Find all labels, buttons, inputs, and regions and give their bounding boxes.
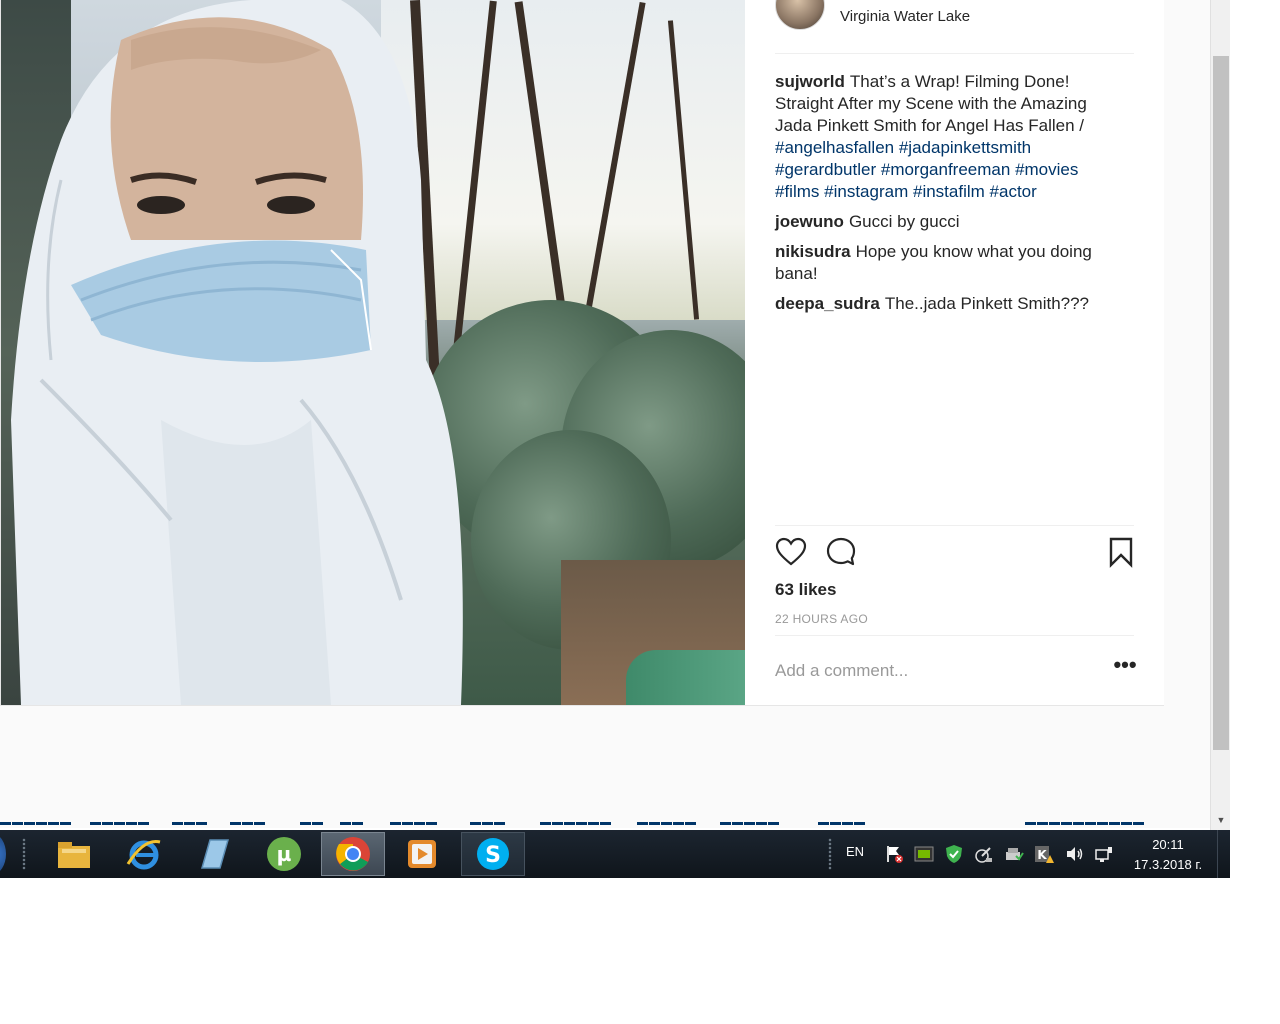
security-shield-icon[interactable] <box>944 844 964 864</box>
comment-username[interactable]: joewuno <box>775 212 844 231</box>
actions-divider <box>775 525 1134 526</box>
post-actions <box>775 536 1134 572</box>
tray-grip <box>828 838 832 870</box>
more-options-button[interactable]: ••• <box>1113 654 1137 680</box>
scrollbar-thumb[interactable] <box>1213 56 1229 750</box>
likes-count[interactable]: 63 likes <box>775 580 836 600</box>
comment-username[interactable]: sujworld <box>775 72 845 91</box>
heart-icon[interactable] <box>775 536 807 568</box>
comment-text: Gucci by gucci <box>848 212 960 231</box>
svg-text:K: K <box>1037 848 1047 862</box>
language-indicator[interactable]: EN <box>846 844 864 859</box>
internet-explorer-icon[interactable] <box>112 832 176 876</box>
notepad-icon[interactable] <box>182 832 246 876</box>
avatar[interactable] <box>775 0 825 30</box>
person-in-protective-suit <box>11 0 463 705</box>
hashtag[interactable]: #actor <box>990 182 1037 201</box>
hashtag[interactable]: #movies <box>1015 160 1078 179</box>
header-divider <box>775 53 1134 54</box>
device-manager-icon[interactable] <box>1004 844 1024 864</box>
caption-comment: sujworld That’s a Wrap! Filming Done! Str… <box>775 71 1115 203</box>
post-timestamp[interactable]: 22 HOURS AGO <box>775 612 868 626</box>
taskbar-grip <box>22 838 26 870</box>
hashtag[interactable]: #instagram <box>824 182 908 201</box>
hashtag[interactable]: #instafilm <box>913 182 985 201</box>
comment-input[interactable] <box>775 658 1095 684</box>
svg-text:µ: µ <box>277 842 292 866</box>
post-location[interactable]: Virginia Water Lake <box>840 8 970 25</box>
kaspersky-warning-icon[interactable]: K <box>1034 844 1054 864</box>
post-photo[interactable] <box>1 0 745 705</box>
network-icon[interactable] <box>1094 844 1114 864</box>
clock-time: 20:11 <box>1152 837 1184 852</box>
hashtag[interactable]: #angelhasfallen <box>775 138 894 157</box>
comment-username[interactable]: deepa_sudra <box>775 294 880 313</box>
volume-icon[interactable] <box>1064 844 1084 864</box>
hashtag[interactable]: #morganfreeman <box>881 160 1010 179</box>
bookmark-icon[interactable] <box>1105 536 1137 568</box>
media-player-icon[interactable] <box>390 832 454 876</box>
footer-links-fragment: ▬▬▬▬▬▬ ▬▬▬▬▬ ▬▬▬ ▬▬▬ ▬▬ ▬▬ ▬▬▬▬ ▬▬▬ ▬▬▬▬… <box>0 822 1145 828</box>
hashtag[interactable]: #jadapinkettsmith <box>899 138 1031 157</box>
comment-icon[interactable] <box>825 536 857 568</box>
comment-item: nikisudra Hope you know what you doing ba… <box>775 241 1115 285</box>
comment-item: joewuno Gucci by gucci <box>775 211 1115 233</box>
chrome-icon[interactable] <box>321 832 385 876</box>
system-clock[interactable]: 20:11 17.3.2018 г. <box>1118 835 1218 875</box>
hashtag[interactable]: #gerardbutler <box>775 160 876 179</box>
utorrent-icon[interactable]: µ <box>252 832 316 876</box>
file-explorer-icon[interactable] <box>42 832 106 876</box>
windows-taskbar: µ S EN K 20:11 17.3.2018 г. <box>0 830 1230 878</box>
page-scrollbar[interactable]: ▼ <box>1210 0 1230 830</box>
start-button[interactable] <box>0 834 6 874</box>
clock-date: 17.3.2018 г. <box>1133 857 1203 872</box>
comment-username[interactable]: nikisudra <box>775 242 851 261</box>
show-desktop-button[interactable] <box>1217 830 1230 878</box>
hashtag[interactable]: #films <box>775 182 819 201</box>
action-center-flag-icon[interactable] <box>884 844 904 864</box>
comment-item: deepa_sudra The..jada Pinkett Smith??? <box>775 293 1115 315</box>
skype-icon[interactable]: S <box>461 832 525 876</box>
comment-divider <box>775 635 1134 636</box>
instagram-post: Virginia Water Lake sujworld That’s a Wra… <box>0 0 1164 706</box>
scroll-down-arrow[interactable]: ▼ <box>1211 812 1231 828</box>
comments-list: sujworld That’s a Wrap! Filming Done! Str… <box>775 71 1115 323</box>
svg-text:S: S <box>485 843 501 868</box>
satellite-icon[interactable] <box>974 844 994 864</box>
comment-text: The..jada Pinkett Smith??? <box>884 294 1090 313</box>
browser-viewport: Virginia Water Lake sujworld That’s a Wra… <box>0 0 1210 828</box>
nvidia-icon[interactable] <box>914 844 934 864</box>
post-details-panel: Virginia Water Lake sujworld That’s a Wra… <box>745 0 1164 705</box>
